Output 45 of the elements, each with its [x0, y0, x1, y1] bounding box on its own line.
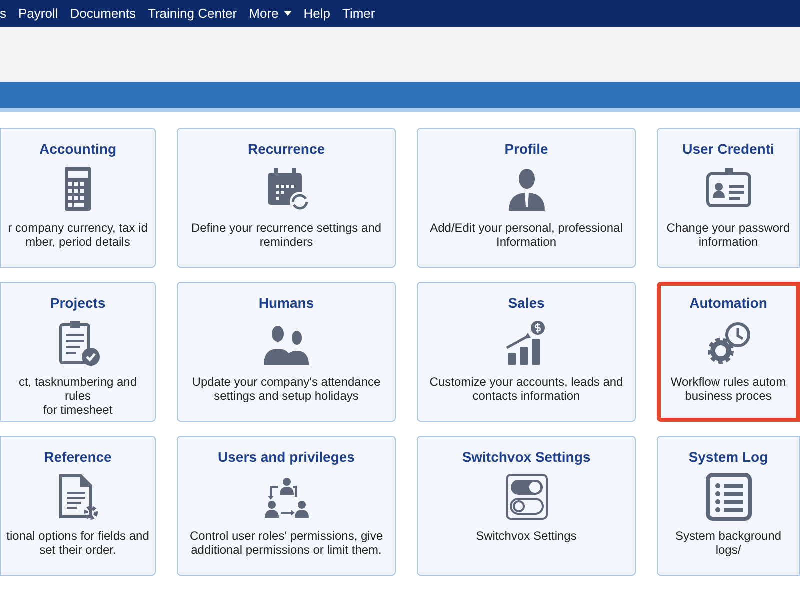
- card-title: Recurrence: [248, 141, 326, 157]
- settings-card[interactable]: Users and privileges Control user roles' permissions, give additional permissions or limit them.: [177, 436, 396, 576]
- card-title: Projects: [50, 295, 106, 311]
- card-title: Sales: [508, 295, 545, 311]
- card-title: Accounting: [40, 141, 116, 157]
- settings-card[interactable]: Switchvox Settings Switchvox Settings: [417, 436, 636, 576]
- card-description: r company currency, tax id mber, period details: [8, 221, 148, 249]
- card-title: Humans: [258, 295, 314, 311]
- list-icon: [704, 473, 754, 521]
- card-title: Automation: [690, 295, 768, 311]
- settings-card[interactable]: System Log System background logs/: [657, 436, 800, 576]
- card-description: System background logs/: [674, 529, 783, 557]
- nav-link[interactable]: s: [0, 6, 6, 21]
- settings-card[interactable]: Humans Update your company's attendance settings and setup holidays: [177, 282, 396, 422]
- card-description: Define your recurrence settings and reminders: [191, 221, 382, 249]
- card-title: Switchvox Settings: [462, 449, 591, 465]
- card-description: Add/Edit your personal, professional Information: [430, 221, 623, 249]
- card-title: Reference: [44, 449, 112, 465]
- card-description: Update your company's attendance settings and setup holidays: [192, 375, 381, 403]
- settings-card[interactable]: Reference tional options for fields and set their order.: [0, 436, 156, 576]
- nav-link[interactable]: More: [249, 6, 292, 21]
- card-description: ct, tasknumbering and rules for timesheet: [18, 375, 138, 417]
- card-description: Customize your accounts, leads and contacts information: [430, 375, 624, 403]
- card-title: Users and privileges: [218, 449, 355, 465]
- nav-link[interactable]: Training Center: [148, 6, 238, 21]
- settings-card[interactable]: User Credenti Change your password information: [657, 128, 800, 268]
- settings-card[interactable]: Projects ct, tasknumbering and rules for timesheet: [0, 282, 156, 422]
- nav-link[interactable]: Payroll: [18, 6, 58, 21]
- caret-icon: [284, 11, 292, 16]
- settings-card[interactable]: Recurrence Define your recurrence settings and reminders: [177, 128, 396, 268]
- card-description: Switchvox Settings: [476, 529, 577, 543]
- settings-card[interactable]: Sales Customize your accounts, leads and contacts information: [417, 282, 636, 422]
- card-title: User Credenti: [682, 141, 774, 157]
- card-description: Control user roles' permissions, give additional permissions or limit them.: [190, 529, 384, 557]
- nav-link[interactable]: Documents: [70, 6, 136, 21]
- card-title: Profile: [504, 141, 548, 157]
- nav-link[interactable]: Help: [304, 6, 330, 21]
- settings-card[interactable]: Accounting r company currency, tax id mber, period details: [0, 128, 156, 268]
- card-description: tional options for fields and set their order.: [6, 529, 150, 557]
- highlighted-settings-card[interactable]: Automation Workflow rules autom business proces: [657, 282, 800, 422]
- settings-card[interactable]: Profile Add/Edit your personal, professional Information: [417, 128, 636, 268]
- card-description: Workflow rules autom business proces: [670, 375, 786, 403]
- card-title: System Log: [688, 449, 768, 465]
- nav-link[interactable]: Timer: [342, 6, 376, 21]
- card-description: Change your password information: [666, 221, 790, 249]
